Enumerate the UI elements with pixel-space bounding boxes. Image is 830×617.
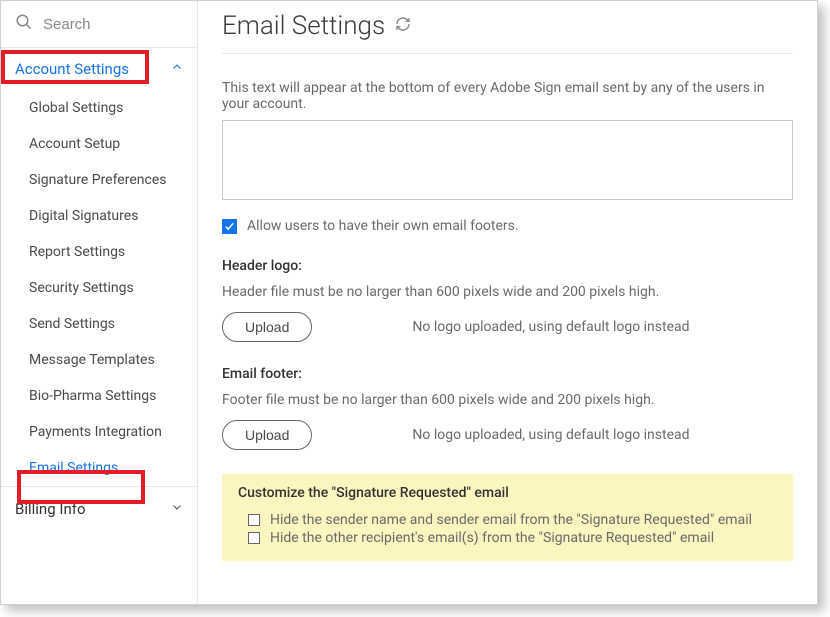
- customize-opt1-row: Hide the sender name and sender email fr…: [238, 511, 777, 529]
- sidebar-item-email-settings[interactable]: Email Settings: [1, 450, 197, 486]
- hide-recipients-label: Hide the other recipient's email(s) from…: [270, 530, 714, 546]
- sidebar-item-signature-preferences[interactable]: Signature Preferences: [1, 162, 197, 198]
- email-footer-hint: Footer file must be no larger than 600 p…: [222, 392, 793, 408]
- header-logo-label: Header logo:: [222, 258, 793, 274]
- sidebar-item-send-settings[interactable]: Send Settings: [1, 306, 197, 342]
- email-footer-label: Email footer:: [222, 366, 793, 382]
- sidebar-item-report-settings[interactable]: Report Settings: [1, 234, 197, 270]
- sidebar-item-bio-pharma-settings[interactable]: Bio-Pharma Settings: [1, 378, 197, 414]
- hide-sender-checkbox[interactable]: [248, 514, 260, 526]
- sidebar-item-digital-signatures[interactable]: Digital Signatures: [1, 198, 197, 234]
- refresh-icon[interactable]: [395, 16, 411, 36]
- sidebar-item-account-setup[interactable]: Account Setup: [1, 126, 197, 162]
- chevron-up-icon: [171, 61, 183, 77]
- billing-title: Billing Info: [15, 500, 86, 518]
- email-footer-status: No logo uploaded, using default logo ins…: [332, 427, 793, 443]
- sidebar: Account Settings Global Settings Account…: [1, 1, 198, 604]
- search-icon: [15, 13, 33, 35]
- header-logo-upload-button[interactable]: Upload: [222, 312, 312, 342]
- search-input[interactable]: [43, 16, 183, 33]
- hide-sender-label: Hide the sender name and sender email fr…: [270, 512, 752, 528]
- page-title: Email Settings: [222, 11, 385, 41]
- nav-section-title: Account Settings: [15, 60, 129, 78]
- footer-description: This text will appear at the bottom of e…: [222, 80, 793, 112]
- header-logo-section: Header logo: Header file must be no larg…: [222, 258, 793, 342]
- sidebar-item-message-templates[interactable]: Message Templates: [1, 342, 197, 378]
- allow-own-footers-checkbox[interactable]: [222, 219, 237, 234]
- sidebar-item-security-settings[interactable]: Security Settings: [1, 270, 197, 306]
- page-title-row: Email Settings: [222, 11, 793, 54]
- chevron-down-icon: [171, 501, 183, 517]
- email-footer-textarea[interactable]: [222, 120, 793, 200]
- main-content: Email Settings This text will appear at …: [198, 1, 817, 604]
- header-logo-hint: Header file must be no larger than 600 p…: [222, 284, 793, 300]
- nav-section-billing-info[interactable]: Billing Info: [1, 486, 197, 531]
- email-footer-section: Email footer: Footer file must be no lar…: [222, 366, 793, 450]
- search-box: [1, 1, 197, 48]
- allow-own-footers-row: Allow users to have their own email foot…: [222, 218, 793, 234]
- header-logo-status: No logo uploaded, using default logo ins…: [332, 319, 793, 335]
- nav-section-account-settings[interactable]: Account Settings: [1, 48, 197, 90]
- email-footer-upload-button[interactable]: Upload: [222, 420, 312, 450]
- customize-signature-requested-box: Customize the "Signature Requested" emai…: [222, 474, 793, 561]
- customize-title: Customize the "Signature Requested" emai…: [238, 485, 777, 501]
- sidebar-item-global-settings[interactable]: Global Settings: [1, 90, 197, 126]
- customize-opt2-row: Hide the other recipient's email(s) from…: [238, 529, 777, 547]
- allow-own-footers-label: Allow users to have their own email foot…: [247, 218, 519, 234]
- sidebar-item-payments-integration[interactable]: Payments Integration: [1, 414, 197, 450]
- hide-recipients-checkbox[interactable]: [248, 532, 260, 544]
